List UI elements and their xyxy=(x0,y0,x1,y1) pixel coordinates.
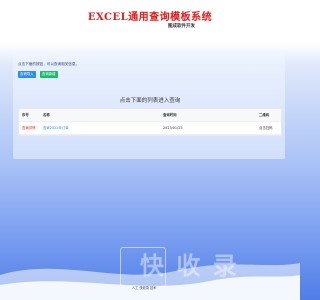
query-import-button[interactable]: 查询导入 xyxy=(18,71,36,78)
table-row[interactable]: 查询详情 查询2022年订单 2023/01/25 点击扫码 xyxy=(19,122,281,135)
table-header-no: 序号 xyxy=(22,113,29,117)
row-name-link[interactable]: 查询2022年订单 xyxy=(43,122,69,134)
notice-text: 点击下面的按钮，可以查询相关信息。 xyxy=(18,62,80,66)
query-table: 序号 名称 查询时间 二维码 查询详情 查询2022年订单 2023/01/25… xyxy=(18,108,282,136)
content-panel xyxy=(13,52,285,159)
table-header-time: 查询时间 xyxy=(163,113,177,117)
site-title: EXCEL通用查询模板系统 xyxy=(87,12,213,23)
site-subtitle: 图成软件开发 xyxy=(168,24,195,29)
table-header-qr: 二维码 xyxy=(259,113,270,117)
header-bar: EXCEL通用查询模板系统 图成软件开发 xyxy=(0,0,300,38)
watermark-text: 快 收 录 xyxy=(140,252,239,280)
row-qr-link[interactable]: 点击扫码 xyxy=(259,122,273,134)
watermark-subtext: 人工 快收录 技术 xyxy=(132,286,157,290)
table-header-name: 名称 xyxy=(43,113,50,117)
row-detail-link[interactable]: 查询详情 xyxy=(22,122,36,134)
section-title: 点击下面的列表进入查询 xyxy=(119,98,181,104)
row-time: 2023/01/25 xyxy=(163,126,183,130)
table-header-row: 序号 名称 查询时间 二维码 xyxy=(19,109,281,122)
query-add-button[interactable]: 查询新增 xyxy=(40,71,58,78)
